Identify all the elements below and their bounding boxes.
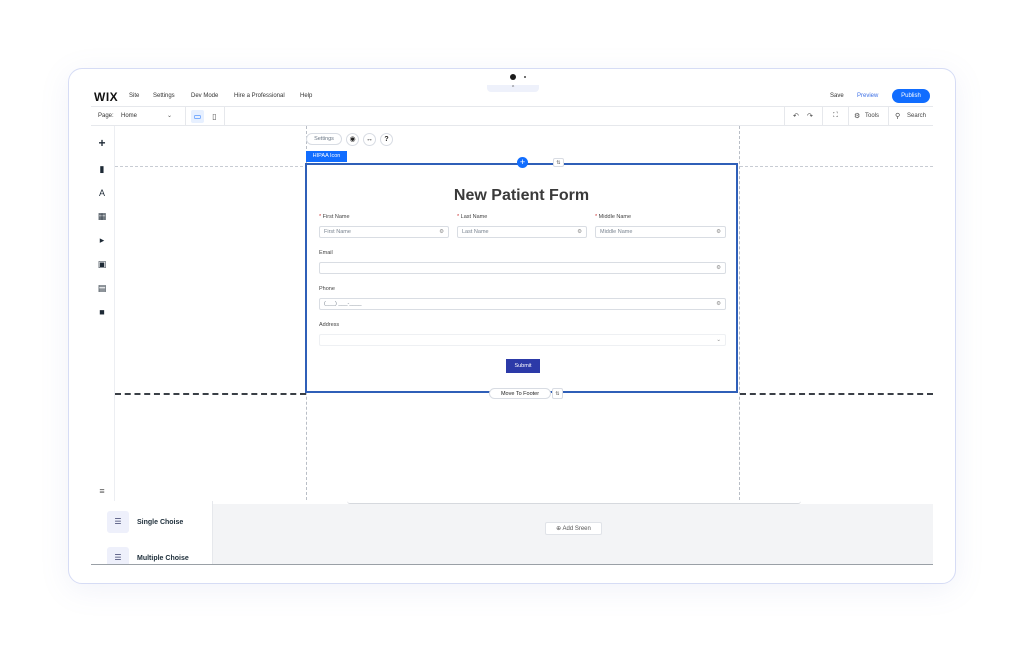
page-bottom-shadow: [347, 500, 801, 504]
page-selector[interactable]: Home: [121, 113, 137, 119]
field-settings-icon: ⚙: [716, 229, 721, 235]
menu-help[interactable]: Help: [300, 93, 312, 99]
menu-site[interactable]: Site: [129, 93, 139, 99]
element-name-tag[interactable]: HIPAA Icon: [306, 151, 347, 162]
add-section-icon[interactable]: +: [517, 157, 528, 168]
footer-guide-line: [115, 393, 306, 395]
email-input[interactable]: ⚙: [319, 262, 726, 274]
redo-icon[interactable]: ↷: [807, 112, 813, 120]
preview-button[interactable]: Preview: [857, 93, 878, 99]
divider: [185, 107, 186, 126]
editor-secondary-bar: Page: Home ⌄ ▭ ▯ ↶ ↷ ⛶ ⚙ Tools ⚲ Search: [91, 107, 933, 126]
apps-icon[interactable]: ▦: [96, 210, 108, 222]
divider: [224, 107, 225, 126]
middle-name-input[interactable]: Middle Name ⚙: [595, 226, 726, 238]
left-tool-rail: + ▮ A ▦ ▸ ▣ ▤ ■: [91, 126, 115, 564]
phone-input[interactable]: (___) ___-____ ⚙: [319, 298, 726, 310]
publish-button[interactable]: Publish: [892, 89, 930, 103]
chevron-down-icon[interactable]: ⌄: [167, 112, 172, 119]
last-name-input[interactable]: Last Name ⚙: [457, 226, 587, 238]
page-label: Page:: [98, 113, 114, 119]
address-input[interactable]: ⌄: [319, 334, 726, 346]
divider: [848, 107, 849, 126]
field-settings-icon: ⚙: [439, 229, 444, 235]
menu-dev-mode[interactable]: Dev Mode: [191, 93, 218, 99]
zoom-fit-icon[interactable]: ⛶: [833, 112, 838, 120]
add-elements-icon[interactable]: +: [96, 137, 108, 149]
panel-item-label: Single Choise: [137, 519, 184, 526]
field-settings-icon: ⚙: [577, 229, 582, 235]
save-button[interactable]: Save: [830, 93, 844, 99]
desktop-view-icon[interactable]: ▭: [191, 110, 204, 123]
multiple-choice-icon: ☰: [107, 547, 129, 564]
wix-logo: WIX: [94, 90, 119, 104]
address-label: Address: [319, 322, 340, 328]
first-name-label: * First Name: [319, 214, 350, 220]
add-screen-button[interactable]: ⊕ Add Sreen: [545, 522, 602, 535]
camera-icon: [510, 74, 516, 80]
right-grid-line: [739, 126, 740, 500]
editor-top-bar: WIX Site Settings Dev Mode Hire a Profes…: [91, 85, 933, 107]
single-choice-icon: ☰: [107, 511, 129, 533]
field-settings-icon: ⚙: [716, 265, 721, 271]
field-settings-icon: ⚙: [716, 301, 721, 307]
divider: [822, 107, 823, 126]
reorder-icon[interactable]: ⇅: [552, 388, 563, 399]
search-icon[interactable]: ⚲: [895, 112, 900, 120]
animation-icon[interactable]: ◉: [346, 133, 359, 146]
editor-screen: WIX Site Settings Dev Mode Hire a Profes…: [91, 85, 933, 565]
email-label: Email: [319, 250, 333, 256]
below-page-area: ⊕ Add Sreen: [115, 500, 933, 564]
media-icon[interactable]: ▣: [96, 258, 108, 270]
submit-button[interactable]: Submit: [506, 359, 540, 373]
design-icon[interactable]: A: [96, 187, 108, 199]
middle-name-label: * Middle Name: [595, 214, 632, 220]
settings-button[interactable]: Settings: [306, 133, 342, 145]
editor-canvas[interactable]: Settings ◉ ↔ ? HIPAA Icon New Patient Fo…: [115, 126, 933, 500]
last-name-label: * Last Name: [457, 214, 488, 220]
menu-hire-a-professional[interactable]: Hire a Professional: [234, 93, 285, 99]
search-button[interactable]: Search: [907, 113, 926, 119]
panel-item-multiple-choise[interactable]: ☰ Multiple Choise: [99, 545, 213, 564]
anchor-icon[interactable]: ⇅: [553, 158, 564, 167]
business-icon[interactable]: ▸: [96, 234, 108, 246]
mobile-view-icon[interactable]: ▯: [208, 110, 221, 123]
divider: [784, 107, 785, 126]
form-title: New Patient Form: [453, 187, 590, 204]
phone-label: Phone: [319, 286, 335, 292]
pages-icon[interactable]: ▮: [96, 163, 108, 175]
first-name-input[interactable]: First Name ⚙: [319, 226, 449, 238]
panel-item-single-choise[interactable]: ☰ Single Choise: [99, 509, 213, 537]
add-panel: ☰ Single Choise ☰ Multiple Choise: [99, 501, 213, 564]
undo-icon[interactable]: ↶: [793, 112, 799, 120]
chevron-down-icon: ⌄: [716, 337, 721, 343]
move-to-footer-button[interactable]: Move To Footer: [489, 388, 551, 399]
cms-icon[interactable]: ▤: [96, 282, 108, 294]
collapse-tab[interactable]: ^: [487, 85, 539, 92]
layers-icon[interactable]: ≡: [96, 486, 108, 498]
footer-guide-line: [740, 393, 933, 395]
form-container[interactable]: New Patient Form * First Name First Name…: [305, 163, 738, 393]
panel-item-label: Multiple Choise: [137, 555, 189, 562]
divider: [888, 107, 889, 126]
help-icon[interactable]: ?: [380, 133, 393, 146]
tools-icon[interactable]: ⚙: [854, 112, 860, 120]
menu-settings[interactable]: Settings: [153, 93, 175, 99]
stretch-icon[interactable]: ↔: [363, 133, 376, 146]
tools-button[interactable]: Tools: [865, 113, 879, 119]
device-mockup-stage: WIX Site Settings Dev Mode Hire a Profes…: [0, 0, 1024, 653]
sensor-icon: [524, 76, 526, 78]
portfolio-icon[interactable]: ■: [96, 306, 108, 318]
